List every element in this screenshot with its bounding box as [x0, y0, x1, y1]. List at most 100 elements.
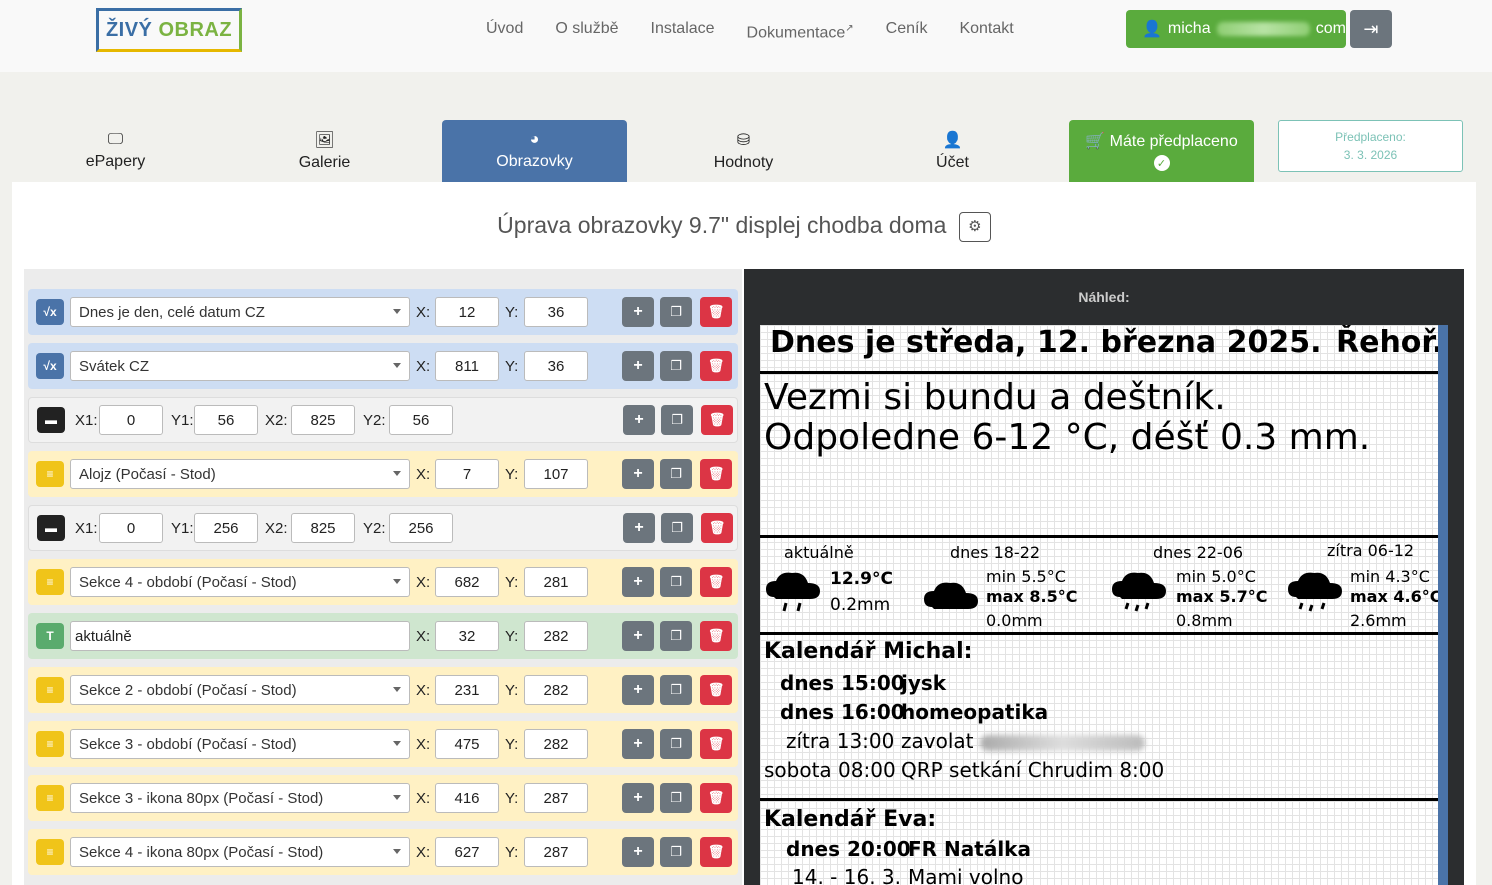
- delete-button[interactable]: 🗑: [700, 567, 732, 597]
- user-account-button[interactable]: 👤 micha com: [1126, 10, 1346, 48]
- y-input[interactable]: 287: [524, 783, 588, 813]
- element-select[interactable]: Sekce 3 - ikona 80px (Počasí - Stod): [70, 783, 410, 813]
- delete-button[interactable]: 🗑: [700, 621, 732, 651]
- nav-dokumentace[interactable]: Dokumentace↗: [731, 18, 870, 44]
- copy-button[interactable]: ❐: [660, 675, 692, 705]
- tab-ucet[interactable]: 👤 Účet: [860, 120, 1045, 182]
- nav-cenik[interactable]: Ceník: [870, 18, 944, 44]
- tab-hodnoty[interactable]: ⛁ Hodnoty: [651, 120, 836, 182]
- nav-instalace[interactable]: Instalace: [635, 18, 731, 44]
- nav-uvod[interactable]: Úvod: [470, 18, 539, 44]
- delete-button[interactable]: 🗑: [700, 783, 732, 813]
- y-input[interactable]: 36: [524, 351, 588, 381]
- delete-button[interactable]: 🗑: [700, 351, 732, 381]
- y-input[interactable]: 282: [524, 621, 588, 651]
- y-input[interactable]: 282: [524, 729, 588, 759]
- tab-galerie[interactable]: 🖼 Galerie: [232, 120, 417, 182]
- copy-button[interactable]: ❐: [660, 459, 692, 489]
- copy-icon: ❐: [670, 466, 682, 481]
- copy-button[interactable]: ❐: [660, 351, 692, 381]
- x-input[interactable]: 682: [435, 567, 499, 597]
- prepaid-button[interactable]: 🛒 Máte předplaceno ✓: [1069, 120, 1254, 182]
- x-input[interactable]: 416: [435, 783, 499, 813]
- delete-button[interactable]: 🗑: [701, 513, 733, 543]
- y1-input[interactable]: 56: [194, 405, 258, 435]
- x1-label: X1:: [75, 519, 98, 537]
- x1-input[interactable]: 0: [99, 405, 163, 435]
- y-input[interactable]: 287: [524, 837, 588, 867]
- copy-button[interactable]: ❐: [660, 783, 692, 813]
- nav-kontakt[interactable]: Kontakt: [943, 18, 1029, 44]
- y2-input[interactable]: 256: [389, 513, 453, 543]
- copy-button[interactable]: ❐: [661, 513, 693, 543]
- cart-icon: 🛒: [1085, 133, 1106, 150]
- logo[interactable]: ŽIVÝ OBRAZ: [96, 8, 242, 52]
- x-input[interactable]: 811: [435, 351, 499, 381]
- weather-period: zítra 06-12: [1327, 541, 1415, 560]
- x-input[interactable]: 627: [435, 837, 499, 867]
- logout-button[interactable]: ⇥: [1350, 10, 1392, 48]
- element-select[interactable]: Sekce 2 - období (Počasí - Stod): [70, 675, 410, 705]
- add-button[interactable]: +: [622, 837, 654, 867]
- copy-button[interactable]: ❐: [660, 297, 692, 327]
- y-input[interactable]: 36: [524, 297, 588, 327]
- x-input[interactable]: 475: [435, 729, 499, 759]
- y1-input[interactable]: 256: [194, 513, 258, 543]
- add-button[interactable]: +: [623, 513, 655, 543]
- x1-input[interactable]: 0: [99, 513, 163, 543]
- element-select[interactable]: Sekce 4 - ikona 80px (Počasí - Stod): [70, 837, 410, 867]
- add-button[interactable]: +: [622, 351, 654, 381]
- x-input[interactable]: 231: [435, 675, 499, 705]
- delete-button[interactable]: 🗑: [700, 837, 732, 867]
- add-button[interactable]: +: [622, 783, 654, 813]
- copy-button[interactable]: ❐: [660, 567, 692, 597]
- copy-button[interactable]: ❐: [660, 729, 692, 759]
- delete-button[interactable]: 🗑: [700, 297, 732, 327]
- element-select[interactable]: Sekce 4 - období (Počasí - Stod): [70, 567, 410, 597]
- element-select[interactable]: Alojz (Počasí - Stod): [70, 459, 410, 489]
- x2-input[interactable]: 825: [291, 513, 355, 543]
- tab-obrazovky[interactable]: ◕ Obrazovky: [442, 120, 627, 182]
- data-type-icon: ≡: [36, 677, 64, 703]
- element-select[interactable]: Dnes je den, celé datum CZ: [70, 297, 410, 327]
- palette-icon: ◕: [529, 131, 540, 148]
- element-select[interactable]: Sekce 3 - období (Počasí - Stod): [70, 729, 410, 759]
- tab-epapery[interactable]: 🖵 ePapery: [23, 120, 208, 182]
- delete-button[interactable]: 🗑: [700, 729, 732, 759]
- rain-cloud-icon: [1288, 572, 1342, 612]
- nav-o-sluzbe[interactable]: O službě: [539, 18, 634, 44]
- rain-cloud-icon: [766, 572, 820, 612]
- y-input[interactable]: 107: [524, 459, 588, 489]
- x-input[interactable]: 12: [435, 297, 499, 327]
- add-button[interactable]: +: [622, 567, 654, 597]
- copy-button[interactable]: ❐: [661, 405, 693, 435]
- y-input[interactable]: 281: [524, 567, 588, 597]
- add-button[interactable]: +: [622, 729, 654, 759]
- delete-button[interactable]: 🗑: [700, 675, 732, 705]
- element-row: ▬ X1: 0 Y1: 256 X2: 825 Y2: 256 + ❐ 🗑: [28, 505, 738, 551]
- x2-input[interactable]: 825: [291, 405, 355, 435]
- delete-button[interactable]: 🗑: [700, 459, 732, 489]
- trash-icon: 🗑: [708, 412, 726, 427]
- calendar-when: 14. - 16. 3.: [792, 865, 901, 885]
- screen-settings-button[interactable]: ⚙: [958, 212, 991, 242]
- add-button[interactable]: +: [622, 675, 654, 705]
- add-button[interactable]: +: [622, 459, 654, 489]
- copy-button[interactable]: ❐: [660, 837, 692, 867]
- x-input[interactable]: 32: [435, 621, 499, 651]
- y2-input[interactable]: 56: [389, 405, 453, 435]
- x-input[interactable]: 7: [435, 459, 499, 489]
- trash-icon: 🗑: [707, 304, 725, 319]
- copy-button[interactable]: ❐: [660, 621, 692, 651]
- y-input[interactable]: 282: [524, 675, 588, 705]
- weather-value: 12.9°C: [830, 569, 893, 589]
- data-type-icon: ≡: [36, 839, 64, 865]
- add-button[interactable]: +: [622, 297, 654, 327]
- text-input[interactable]: aktuálně: [70, 621, 410, 651]
- calendar-what: Mami volno: [908, 865, 1024, 885]
- delete-button[interactable]: 🗑: [701, 405, 733, 435]
- copy-icon: ❐: [671, 520, 683, 535]
- element-select[interactable]: Svátek CZ: [70, 351, 410, 381]
- add-button[interactable]: +: [623, 405, 655, 435]
- add-button[interactable]: +: [622, 621, 654, 651]
